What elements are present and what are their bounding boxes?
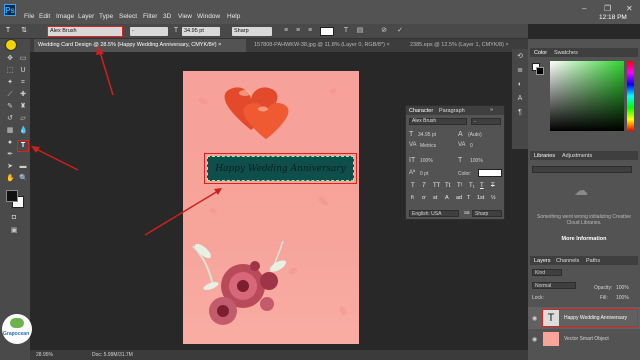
more-information-link[interactable]: More Information xyxy=(534,236,634,242)
font-size-icon: T xyxy=(409,131,414,138)
char-tracking[interactable]: 0 xyxy=(470,143,473,149)
type-style-buttons: T T TT Tt T¹ T₁ T T xyxy=(409,183,503,192)
status-bar: 28.95% Doc: 5.99M/31.7M xyxy=(30,350,528,360)
tab-adjustments[interactable]: Adjustments xyxy=(562,153,592,159)
contextual-alternates-button[interactable]: ơ xyxy=(422,195,426,201)
tab-channels[interactable]: Channels xyxy=(556,258,579,264)
layer-name[interactable]: Happy Wedding Anniversary xyxy=(564,315,627,321)
character-panel-header: Character Paragraph » xyxy=(406,106,504,115)
tab-color[interactable]: Color xyxy=(534,50,547,56)
baseline-shift-icon: Aª xyxy=(409,170,416,176)
collapse-panel-icon[interactable]: » xyxy=(490,107,493,113)
vertical-scale-icon: IT xyxy=(409,157,416,164)
opacity-value[interactable]: 100% xyxy=(616,285,629,291)
libraries-error-text: Something went wrong initializing Creati… xyxy=(537,214,631,226)
right-panel-dock: ⟲ ≣ ◐ A ¶ Color Swatches Libraries Adjus… xyxy=(512,39,640,360)
ligature-button[interactable]: fi xyxy=(411,195,414,201)
char-font-style[interactable]: - xyxy=(471,118,501,125)
char-vscale[interactable]: 100% xyxy=(420,158,433,164)
char-language-value: English: USA xyxy=(412,211,442,217)
fill-label: Fill: xyxy=(600,295,608,301)
properties-panel-icon[interactable]: ≣ xyxy=(516,67,524,75)
leading-icon: A xyxy=(458,131,463,138)
tab-libraries[interactable]: Libraries xyxy=(534,153,555,159)
superscript-button[interactable]: T¹ xyxy=(457,183,463,189)
character-panel: Character Paragraph » Alex Brush - T 34.… xyxy=(405,105,505,220)
discretionary-ligatures-button[interactable]: st xyxy=(433,195,437,201)
tab-swatches[interactable]: Swatches xyxy=(554,50,578,56)
adjust-panel-icon[interactable]: ◐ xyxy=(516,81,524,89)
char-antialias-value: Sharp xyxy=(475,211,489,217)
underline-button[interactable]: T xyxy=(480,183,484,189)
layer-filter-kind[interactable]: Kind xyxy=(532,269,562,276)
char-font-family[interactable]: Alex Brush xyxy=(409,118,467,125)
strikethrough-button[interactable]: T xyxy=(491,183,495,189)
eye-icon[interactable]: ◉ xyxy=(532,315,537,322)
character-panel-icon[interactable]: A xyxy=(516,95,524,103)
tab-character[interactable]: Character xyxy=(409,108,433,114)
char-hscale[interactable]: 100% xyxy=(470,158,483,164)
opacity-label: Opacity: xyxy=(594,285,613,291)
doc-size: Doc: 5.99M/31.7M xyxy=(92,352,133,358)
stylistic-alternates-button[interactable]: ad xyxy=(456,195,462,201)
char-font-family-value: Alex Brush xyxy=(412,118,437,124)
char-kerning[interactable]: Metrics xyxy=(420,143,436,149)
layer-thumb-vector xyxy=(543,332,559,346)
panel-icon-strip: ⟲ ≣ ◐ A ¶ xyxy=(512,49,528,149)
color-field[interactable] xyxy=(550,61,624,131)
creative-cloud-icon: ☁ xyxy=(574,182,588,198)
char-antialias[interactable]: Sharp xyxy=(472,210,502,217)
faux-italic-button[interactable]: T xyxy=(422,183,426,189)
library-dropdown[interactable] xyxy=(532,166,632,173)
color-fg-swatch[interactable] xyxy=(536,67,544,75)
horizontal-scale-icon: T xyxy=(458,157,463,164)
tab-paragraph[interactable]: Paragraph xyxy=(439,108,465,114)
opentype-buttons: fi ơ st A ad T 1st ½ xyxy=(409,195,503,204)
grapocean-logo: Grapocean xyxy=(2,314,32,344)
subscript-button[interactable]: T₁ xyxy=(469,183,475,189)
kerning-icon: VA xyxy=(409,142,417,148)
char-color-label: Color: xyxy=(458,171,472,177)
char-language[interactable]: English: USA xyxy=(409,210,459,217)
faux-bold-button[interactable]: T xyxy=(411,183,415,189)
tracking-icon: VA xyxy=(458,142,466,148)
char-leading[interactable]: (Auto) xyxy=(468,132,482,138)
swash-button[interactable]: A xyxy=(445,195,449,201)
layer-row-vector[interactable]: ◉ Vector Smart Object xyxy=(528,330,640,348)
layer-filter-kind-value: Kind xyxy=(535,270,546,276)
blend-mode-value: Normal xyxy=(535,283,552,289)
zoom-level[interactable]: 28.95% xyxy=(36,350,53,360)
fractions-button[interactable]: ½ xyxy=(491,195,496,201)
char-color-swatch[interactable] xyxy=(478,169,502,177)
paragraph-panel-icon[interactable]: ¶ xyxy=(516,109,524,117)
color-panel-header: Color Swatches xyxy=(530,48,638,57)
all-caps-button[interactable]: TT xyxy=(433,183,440,189)
layer-name[interactable]: Vector Smart Object xyxy=(564,336,609,342)
blend-mode-dropdown[interactable]: Normal xyxy=(532,282,576,289)
history-panel-icon[interactable]: ⟲ xyxy=(516,53,524,61)
char-baseline[interactable]: 0 pt xyxy=(420,171,428,177)
logo-leaf-icon xyxy=(10,318,24,328)
libraries-panel-header: Libraries Adjustments xyxy=(530,151,638,160)
fill-value[interactable]: 100% xyxy=(616,295,629,301)
char-font-size[interactable]: 34.95 pt xyxy=(418,132,436,138)
eye-icon[interactable]: ◉ xyxy=(532,336,537,343)
watermark-text: Grapocean xyxy=(3,331,30,337)
layer-row-text[interactable]: ◉ T Happy Wedding Anniversary xyxy=(528,307,640,329)
lock-label: Lock: xyxy=(532,295,544,301)
ordinals-button[interactable]: 1st xyxy=(477,195,484,201)
char-font-style-value: - xyxy=(474,119,476,125)
tab-layers[interactable]: Layers xyxy=(534,258,551,264)
tab-paths[interactable]: Paths xyxy=(586,258,600,264)
layers-panel-header: Layers Channels Paths xyxy=(530,256,638,265)
hue-slider[interactable] xyxy=(627,61,634,131)
antialias-icon: aa xyxy=(464,210,470,216)
small-caps-button[interactable]: Tt xyxy=(445,183,450,189)
titling-button[interactable]: T xyxy=(467,195,470,201)
